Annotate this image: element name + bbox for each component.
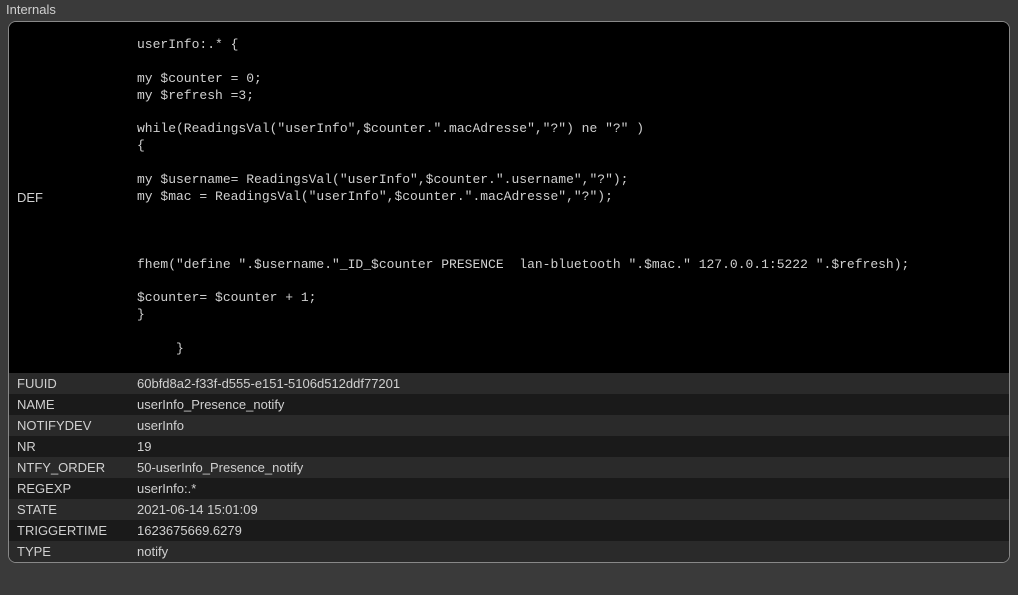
row-value: userInfo bbox=[129, 415, 1009, 436]
table-row: NOTIFYDEV userInfo bbox=[9, 415, 1009, 436]
row-value: notify bbox=[129, 541, 1009, 562]
def-label: DEF bbox=[9, 22, 129, 373]
row-value: userInfo_Presence_notify bbox=[129, 394, 1009, 415]
row-label: TRIGGERTIME bbox=[9, 520, 129, 541]
table-row: TYPE notify bbox=[9, 541, 1009, 562]
row-label: STATE bbox=[9, 499, 129, 520]
row-label: FUUID bbox=[9, 373, 129, 394]
row-label: NAME bbox=[9, 394, 129, 415]
row-label: TYPE bbox=[9, 541, 129, 562]
row-value: 60bfd8a2-f33f-d555-e151-5106d512ddf77201 bbox=[129, 373, 1009, 394]
row-label: NOTIFYDEV bbox=[9, 415, 129, 436]
row-label: NTFY_ORDER bbox=[9, 457, 129, 478]
internals-container: DEF userInfo:.* { my $counter = 0; my $r… bbox=[8, 21, 1010, 563]
table-row: TRIGGERTIME 1623675669.6279 bbox=[9, 520, 1009, 541]
table-row: NAME userInfo_Presence_notify bbox=[9, 394, 1009, 415]
section-title: Internals bbox=[0, 0, 1018, 19]
table-row: STATE 2021-06-14 15:01:09 bbox=[9, 499, 1009, 520]
table-row: REGEXP userInfo:.* bbox=[9, 478, 1009, 499]
row-label: NR bbox=[9, 436, 129, 457]
def-value: userInfo:.* { my $counter = 0; my $refre… bbox=[129, 22, 1009, 373]
row-value: 2021-06-14 15:01:09 bbox=[129, 499, 1009, 520]
row-value: 19 bbox=[129, 436, 1009, 457]
def-code: userInfo:.* { my $counter = 0; my $refre… bbox=[137, 25, 1001, 370]
internals-table: DEF userInfo:.* { my $counter = 0; my $r… bbox=[9, 22, 1009, 562]
table-row: NR 19 bbox=[9, 436, 1009, 457]
def-row: DEF userInfo:.* { my $counter = 0; my $r… bbox=[9, 22, 1009, 373]
row-value: 1623675669.6279 bbox=[129, 520, 1009, 541]
table-row: NTFY_ORDER 50-userInfo_Presence_notify bbox=[9, 457, 1009, 478]
row-value: 50-userInfo_Presence_notify bbox=[129, 457, 1009, 478]
table-row: FUUID 60bfd8a2-f33f-d555-e151-5106d512dd… bbox=[9, 373, 1009, 394]
row-label: REGEXP bbox=[9, 478, 129, 499]
row-value: userInfo:.* bbox=[129, 478, 1009, 499]
